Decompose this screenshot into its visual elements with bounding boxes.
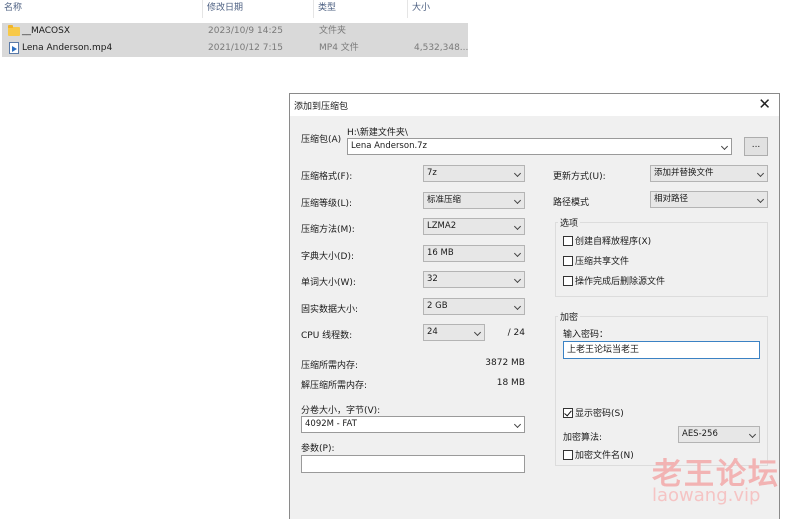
format-value: 7z	[427, 168, 437, 178]
show-password-checkbox[interactable]: 显示密码(S)	[563, 408, 624, 420]
delete-after-checkbox[interactable]: 操作完成后删除源文件	[563, 276, 665, 288]
file-row-mp4[interactable]: Lena Anderson.mp4 2021/10/12 7:15 MP4 文件…	[2, 40, 468, 57]
split-label: 分卷大小，字节(V):	[301, 406, 381, 416]
method-select[interactable]: LZMA2	[423, 218, 525, 235]
checkbox-box	[563, 450, 573, 460]
file-type: 文件夹	[319, 26, 347, 36]
close-icon[interactable]: ✕	[758, 96, 771, 112]
chevron-down-icon	[473, 328, 482, 337]
encryption-method-select[interactable]: AES-256	[678, 426, 760, 443]
archive-name-value: Lena Anderson.7z	[351, 141, 428, 151]
browse-button[interactable]: ...	[744, 137, 768, 156]
chevron-down-icon	[513, 222, 522, 231]
checkbox-box	[563, 276, 573, 286]
password-input[interactable]: 上老王论坛当老王	[563, 341, 760, 359]
sfx-checkbox[interactable]: 创建自释放程序(X)	[563, 236, 651, 248]
chevron-down-icon	[756, 169, 765, 178]
encrypt-names-label: 加密文件名(N)	[575, 451, 634, 461]
encryption-title: 加密	[558, 310, 581, 323]
chevron-down-icon	[513, 420, 522, 429]
archive-path: H:\新建文件夹\	[347, 128, 408, 138]
mem-decompress-label: 解压缩所需内存:	[301, 381, 368, 391]
params-label: 参数(P):	[301, 444, 335, 454]
file-name: __MACOSX	[22, 26, 71, 36]
file-row-macosx[interactable]: __MACOSX 2023/10/9 14:25 文件夹	[2, 23, 468, 40]
folder-icon	[8, 25, 20, 36]
archive-name-combobox[interactable]: Lena Anderson.7z	[347, 138, 732, 155]
threads-label: CPU 线程数:	[301, 331, 353, 341]
update-value: 添加并替换文件	[654, 168, 714, 178]
chevron-down-icon	[513, 196, 522, 205]
watermark-url: laowang.vip	[652, 485, 761, 506]
file-date: 2023/10/9 14:25	[208, 26, 283, 36]
method-value: LZMA2	[427, 221, 457, 231]
path-mode-select[interactable]: 相对路径	[650, 191, 768, 208]
dialog-titlebar[interactable]: 添加到压缩包 ✕	[290, 94, 779, 116]
archive-label: 压缩包(A)	[301, 135, 342, 145]
sfx-label: 创建自释放程序(X)	[575, 237, 652, 247]
enc-method-value: AES-256	[682, 429, 718, 439]
word-label: 单词大小(W):	[301, 278, 356, 288]
dict-label: 字典大小(D):	[301, 252, 354, 262]
format-select[interactable]: 7z	[423, 165, 525, 182]
split-value: 4092M - FAT	[305, 419, 357, 429]
checkbox-box	[563, 408, 573, 418]
file-size: 4,532,348...	[414, 43, 469, 53]
options-title: 选项	[558, 216, 581, 229]
solid-select[interactable]: 2 GB	[423, 298, 525, 315]
file-type: MP4 文件	[319, 43, 359, 53]
solid-label: 固实数据大小:	[301, 305, 359, 315]
shared-files-checkbox[interactable]: 压缩共享文件	[563, 256, 629, 268]
mem-compress-label: 压缩所需内存:	[301, 361, 359, 371]
file-name: Lena Anderson.mp4	[22, 43, 113, 53]
level-select[interactable]: 标准压缩	[423, 192, 525, 209]
method-label: 压缩方法(M):	[301, 225, 355, 235]
word-select[interactable]: 32	[423, 271, 525, 288]
column-header-size[interactable]: 大小	[408, 0, 470, 18]
password-label: 输入密码：	[563, 330, 609, 340]
delete-label: 操作完成后删除源文件	[575, 277, 666, 287]
video-file-icon	[9, 42, 19, 54]
encrypt-names-checkbox[interactable]: 加密文件名(N)	[563, 450, 634, 462]
pathmode-label: 路径模式	[553, 198, 590, 208]
threads-select[interactable]: 24	[423, 324, 485, 341]
word-value: 32	[427, 274, 438, 284]
column-header-type[interactable]: 类型	[314, 0, 408, 18]
chevron-down-icon	[748, 430, 757, 439]
chevron-down-icon	[513, 302, 522, 311]
show-password-label: 显示密码(S)	[575, 409, 624, 419]
dict-value: 16 MB	[427, 248, 454, 258]
file-explorer-list: 名称 修改日期 类型 大小 __MACOSX 2023/10/9 14:25 文…	[0, 0, 470, 60]
split-size-combobox[interactable]: 4092M - FAT	[301, 416, 525, 433]
params-input[interactable]	[301, 455, 525, 473]
chevron-down-icon	[756, 195, 765, 204]
column-header-date[interactable]: 修改日期	[203, 0, 314, 18]
checkbox-box	[563, 256, 573, 266]
dialog-title: 添加到压缩包	[294, 102, 349, 112]
solid-value: 2 GB	[427, 301, 448, 311]
level-label: 压缩等级(L):	[301, 199, 353, 209]
column-header-name[interactable]: 名称	[0, 0, 203, 18]
level-value: 标准压缩	[427, 195, 462, 205]
chevron-down-icon	[720, 142, 729, 151]
mem-decompress-value: 18 MB	[496, 378, 525, 388]
checkbox-box	[563, 236, 573, 246]
threads-value: 24	[427, 327, 438, 337]
update-label: 更新方式(U):	[553, 172, 606, 182]
chevron-down-icon	[513, 249, 522, 258]
update-mode-select[interactable]: 添加并替换文件	[650, 165, 768, 182]
chevron-down-icon	[513, 275, 522, 284]
threads-total: / 24	[507, 328, 525, 338]
shared-label: 压缩共享文件	[575, 257, 630, 267]
dict-select[interactable]: 16 MB	[423, 245, 525, 262]
format-label: 压缩格式(F):	[301, 172, 353, 182]
file-date: 2021/10/12 7:15	[208, 43, 283, 53]
enc-method-label: 加密算法:	[563, 433, 603, 443]
mem-compress-value: 3872 MB	[485, 358, 525, 368]
chevron-down-icon	[513, 169, 522, 178]
pathmode-value: 相对路径	[654, 194, 689, 204]
